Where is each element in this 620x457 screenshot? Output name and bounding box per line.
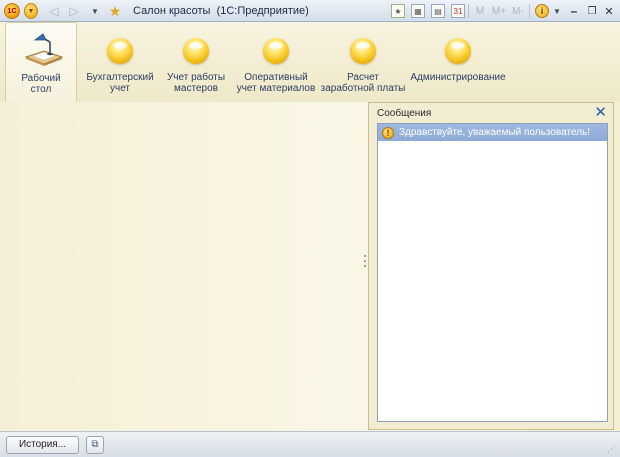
messages-list: ! Здравствуйте, уважаемый пользователь!	[377, 123, 608, 422]
window-title: Салон красоты (1С:Предприятие)	[133, 5, 309, 17]
messages-title: Сообщения	[377, 108, 432, 119]
minimize-button[interactable]: –	[566, 3, 582, 19]
section-label: Учет работы мастеров	[166, 72, 226, 94]
messages-header: Сообщения ✕	[369, 103, 613, 123]
resize-grip-icon[interactable]: ⋰	[607, 444, 617, 454]
main-menu-button[interactable]: ▼	[24, 3, 38, 19]
1c-logo-icon[interactable]: 1С	[4, 3, 20, 19]
messages-panel: Сообщения ✕ ! Здравствуйте, уважаемый по…	[368, 102, 614, 430]
message-item[interactable]: ! Здравствуйте, уважаемый пользователь!	[378, 124, 607, 141]
section-label: Расчет заработной платы	[320, 72, 406, 94]
section-ball-icon	[350, 38, 376, 64]
history-dropdown-icon[interactable]: ▼	[89, 3, 101, 19]
forward-arrow-icon[interactable]: ▷	[66, 3, 82, 19]
workspace: Сообщения ✕ ! Здравствуйте, уважаемый по…	[0, 102, 620, 431]
add-to-favorites-icon[interactable]: ★	[391, 4, 405, 18]
close-icon[interactable]: ✕	[594, 104, 607, 122]
section-materials[interactable]: Оперативный учет материалов	[232, 22, 320, 102]
section-ball-icon	[263, 38, 289, 64]
restore-button[interactable]: ❐	[584, 3, 600, 19]
section-accounting[interactable]: Бухгалтерский учет	[80, 22, 160, 102]
memory-minus-button[interactable]: M-	[510, 4, 526, 18]
calendar-icon[interactable]: 31	[451, 4, 465, 18]
section-desktop[interactable]: Рабочий стол	[5, 22, 77, 102]
section-label: Рабочий стол	[21, 73, 61, 95]
section-administration[interactable]: Администрирование	[408, 22, 508, 102]
status-bar: История... ⧉ ⋰	[0, 431, 620, 457]
message-text: Здравствуйте, уважаемый пользователь!	[399, 127, 590, 138]
section-ball-icon	[107, 38, 133, 64]
info-icon[interactable]: i	[535, 4, 549, 18]
toolbar-divider	[468, 4, 469, 18]
section-ball-icon	[183, 38, 209, 64]
section-payroll[interactable]: Расчет заработной платы	[320, 22, 406, 102]
calculator-icon[interactable]: ▦	[411, 4, 425, 18]
back-arrow-icon[interactable]: ◁	[46, 3, 62, 19]
toolbar-divider	[529, 4, 530, 18]
memory-plus-button[interactable]: M+	[490, 4, 508, 18]
warning-icon: !	[382, 126, 394, 139]
memory-m-button[interactable]: M	[474, 4, 486, 18]
windows-list-icon[interactable]: ⧉	[86, 436, 104, 454]
section-masters-work[interactable]: Учет работы мастеров	[160, 22, 232, 102]
section-label: Бухгалтерский учет	[86, 72, 154, 94]
history-button[interactable]: История...	[6, 436, 79, 454]
section-label: Оперативный учет материалов	[236, 72, 316, 94]
info-dropdown-icon[interactable]: ▼	[551, 3, 563, 19]
desktop-icon	[24, 33, 64, 66]
print-icon[interactable]: ▤	[431, 4, 445, 18]
sections-panel: Рабочий стол Бухгалтерский учет Учет раб…	[0, 22, 620, 102]
close-button[interactable]: ✕	[601, 3, 617, 19]
title-bar: 1С ▼ ◁ ▷ ▼ ★ Салон красоты (1С:Предприят…	[0, 0, 620, 22]
section-ball-icon	[445, 38, 471, 64]
favorites-star-icon[interactable]: ★	[107, 3, 123, 19]
section-label: Администрирование	[410, 72, 506, 83]
